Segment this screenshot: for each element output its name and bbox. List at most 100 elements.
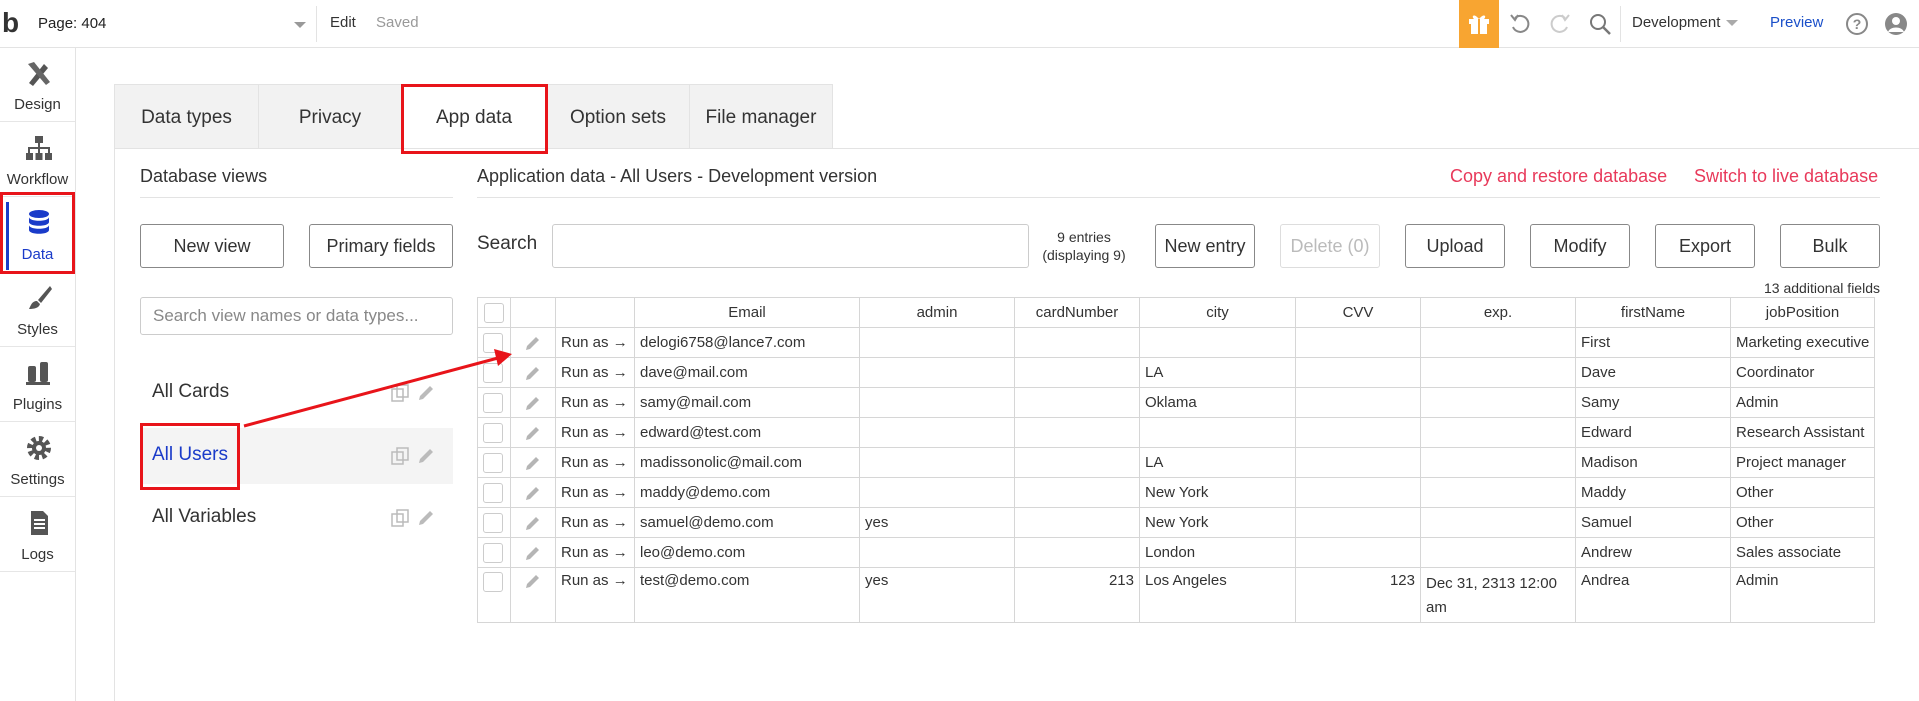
- copy-icon[interactable]: [390, 446, 410, 466]
- table-row[interactable]: Run as → leo@demo.com London Andrew Sales as…: [477, 537, 1875, 568]
- help-icon[interactable]: ?: [1845, 12, 1869, 36]
- pencil-icon[interactable]: [524, 364, 542, 382]
- new-entry-button[interactable]: New entry: [1155, 224, 1255, 268]
- table-row[interactable]: Run as → test@demo.com yes 213 Los Angeles 12…: [477, 567, 1875, 623]
- data-table: Email admin cardNumber city CVV exp. fir…: [477, 297, 1875, 623]
- environment-dropdown[interactable]: Development: [1632, 14, 1739, 31]
- table-cell: [1014, 417, 1140, 448]
- run-as-link[interactable]: Run as →: [555, 327, 635, 358]
- table-cell: [1014, 477, 1140, 508]
- bulk-button[interactable]: Bulk: [1780, 224, 1880, 268]
- modify-button[interactable]: Modify: [1530, 224, 1630, 268]
- run-as-link[interactable]: Run as →: [555, 567, 635, 623]
- preview-link[interactable]: Preview: [1770, 14, 1823, 31]
- undo-icon[interactable]: [1508, 12, 1532, 36]
- copy-icon[interactable]: [390, 383, 410, 403]
- table-cell: [1014, 327, 1140, 358]
- table-row[interactable]: Run as → delogi6758@lance7.com First Market…: [477, 327, 1875, 358]
- column-header[interactable]: exp.: [1420, 297, 1576, 328]
- primary-fields-button[interactable]: Primary fields: [309, 224, 453, 268]
- gift-button[interactable]: [1459, 0, 1499, 48]
- table-cell: [859, 537, 1015, 568]
- row-checkbox[interactable]: [483, 332, 503, 353]
- view-item-all-variables[interactable]: All Variables: [140, 490, 453, 546]
- pencil-icon[interactable]: [416, 508, 436, 528]
- nav-settings[interactable]: Settings: [0, 423, 75, 497]
- page-selector[interactable]: Page: 404: [32, 10, 312, 38]
- view-item-all-cards[interactable]: All Cards: [140, 365, 453, 421]
- column-header[interactable]: cardNumber: [1014, 297, 1140, 328]
- run-as-link[interactable]: Run as →: [555, 477, 635, 508]
- row-edit-cell: [510, 507, 556, 538]
- nav-plugins[interactable]: Plugins: [0, 348, 75, 422]
- table-row[interactable]: Run as → samy@mail.com Oklama Samy Admin: [477, 387, 1875, 418]
- new-view-button[interactable]: New view: [140, 224, 284, 268]
- copy-icon[interactable]: [390, 508, 410, 528]
- run-as-link[interactable]: Run as →: [555, 387, 635, 418]
- pencil-icon[interactable]: [524, 424, 542, 442]
- row-checkbox[interactable]: [483, 542, 503, 563]
- tab-privacy[interactable]: Privacy: [258, 84, 402, 149]
- run-as-link[interactable]: Run as →: [555, 537, 635, 568]
- column-header[interactable]: admin: [859, 297, 1015, 328]
- column-header[interactable]: firstName: [1575, 297, 1731, 328]
- export-button[interactable]: Export: [1655, 224, 1755, 268]
- additional-fields-link[interactable]: 13 additional fields: [1750, 280, 1880, 296]
- tab-data-types[interactable]: Data types: [114, 84, 259, 149]
- column-header[interactable]: jobPosition: [1730, 297, 1875, 328]
- run-as-link[interactable]: Run as →: [555, 447, 635, 478]
- run-as-link[interactable]: Run as →: [555, 357, 635, 388]
- pencil-icon[interactable]: [416, 446, 436, 466]
- pencil-icon[interactable]: [524, 334, 542, 352]
- row-checkbox[interactable]: [483, 392, 503, 413]
- tab-option-sets[interactable]: Option sets: [546, 84, 690, 149]
- nav-logs[interactable]: Logs: [0, 498, 75, 572]
- redo-icon[interactable]: [1548, 12, 1572, 36]
- switch-live-database-link[interactable]: Switch to live database: [1694, 166, 1878, 187]
- copy-restore-database-link[interactable]: Copy and restore database: [1450, 166, 1667, 187]
- column-header[interactable]: Email: [634, 297, 860, 328]
- table-row[interactable]: Run as → maddy@demo.com New York Maddy Other: [477, 477, 1875, 508]
- search-icon[interactable]: [1588, 12, 1612, 36]
- table-cell: [859, 447, 1015, 478]
- select-all-checkbox[interactable]: [484, 302, 504, 323]
- row-checkbox[interactable]: [483, 512, 503, 533]
- pencil-icon[interactable]: [524, 572, 542, 590]
- row-checkbox[interactable]: [483, 452, 503, 473]
- header-select-all[interactable]: [477, 297, 511, 328]
- row-checkbox[interactable]: [483, 572, 503, 592]
- delete-button[interactable]: Delete (0): [1280, 224, 1380, 268]
- pencil-icon[interactable]: [524, 454, 542, 472]
- table-cell: yes: [859, 507, 1015, 538]
- table-row[interactable]: Run as → samuel@demo.com yes New York Samuel…: [477, 507, 1875, 538]
- pencil-icon[interactable]: [416, 383, 436, 403]
- run-as-link[interactable]: Run as →: [555, 417, 635, 448]
- row-checkbox[interactable]: [483, 422, 503, 443]
- table-row[interactable]: Run as → madissonolic@mail.com LA Madison Pr…: [477, 447, 1875, 478]
- search-views-input[interactable]: Search view names or data types...: [140, 297, 453, 335]
- table-row[interactable]: Run as → dave@mail.com LA Dave Coordinator: [477, 357, 1875, 388]
- upload-button[interactable]: Upload: [1405, 224, 1505, 268]
- row-checkbox[interactable]: [483, 482, 503, 503]
- table-cell: [1420, 477, 1576, 508]
- search-input[interactable]: [552, 224, 1029, 268]
- user-avatar-icon[interactable]: [1884, 12, 1908, 36]
- edit-menu[interactable]: Edit: [330, 14, 356, 31]
- nav-workflow[interactable]: Workflow: [0, 123, 75, 197]
- divider: [316, 6, 317, 42]
- pencil-icon[interactable]: [524, 484, 542, 502]
- nav-styles[interactable]: Styles: [0, 273, 75, 347]
- column-header[interactable]: city: [1139, 297, 1296, 328]
- row-checkbox[interactable]: [483, 362, 503, 383]
- tab-file-manager[interactable]: File manager: [689, 84, 833, 149]
- column-header[interactable]: CVV: [1295, 297, 1421, 328]
- design-icon: [28, 62, 50, 86]
- pencil-icon[interactable]: [524, 394, 542, 412]
- run-as-link[interactable]: Run as →: [555, 507, 635, 538]
- gear-icon: [27, 436, 51, 460]
- table-row[interactable]: Run as → edward@test.com Edward Research As…: [477, 417, 1875, 448]
- nav-design[interactable]: Design: [0, 48, 75, 122]
- pencil-icon[interactable]: [524, 544, 542, 562]
- pencil-icon[interactable]: [524, 514, 542, 532]
- bubble-logo[interactable]: b: [2, 8, 26, 38]
